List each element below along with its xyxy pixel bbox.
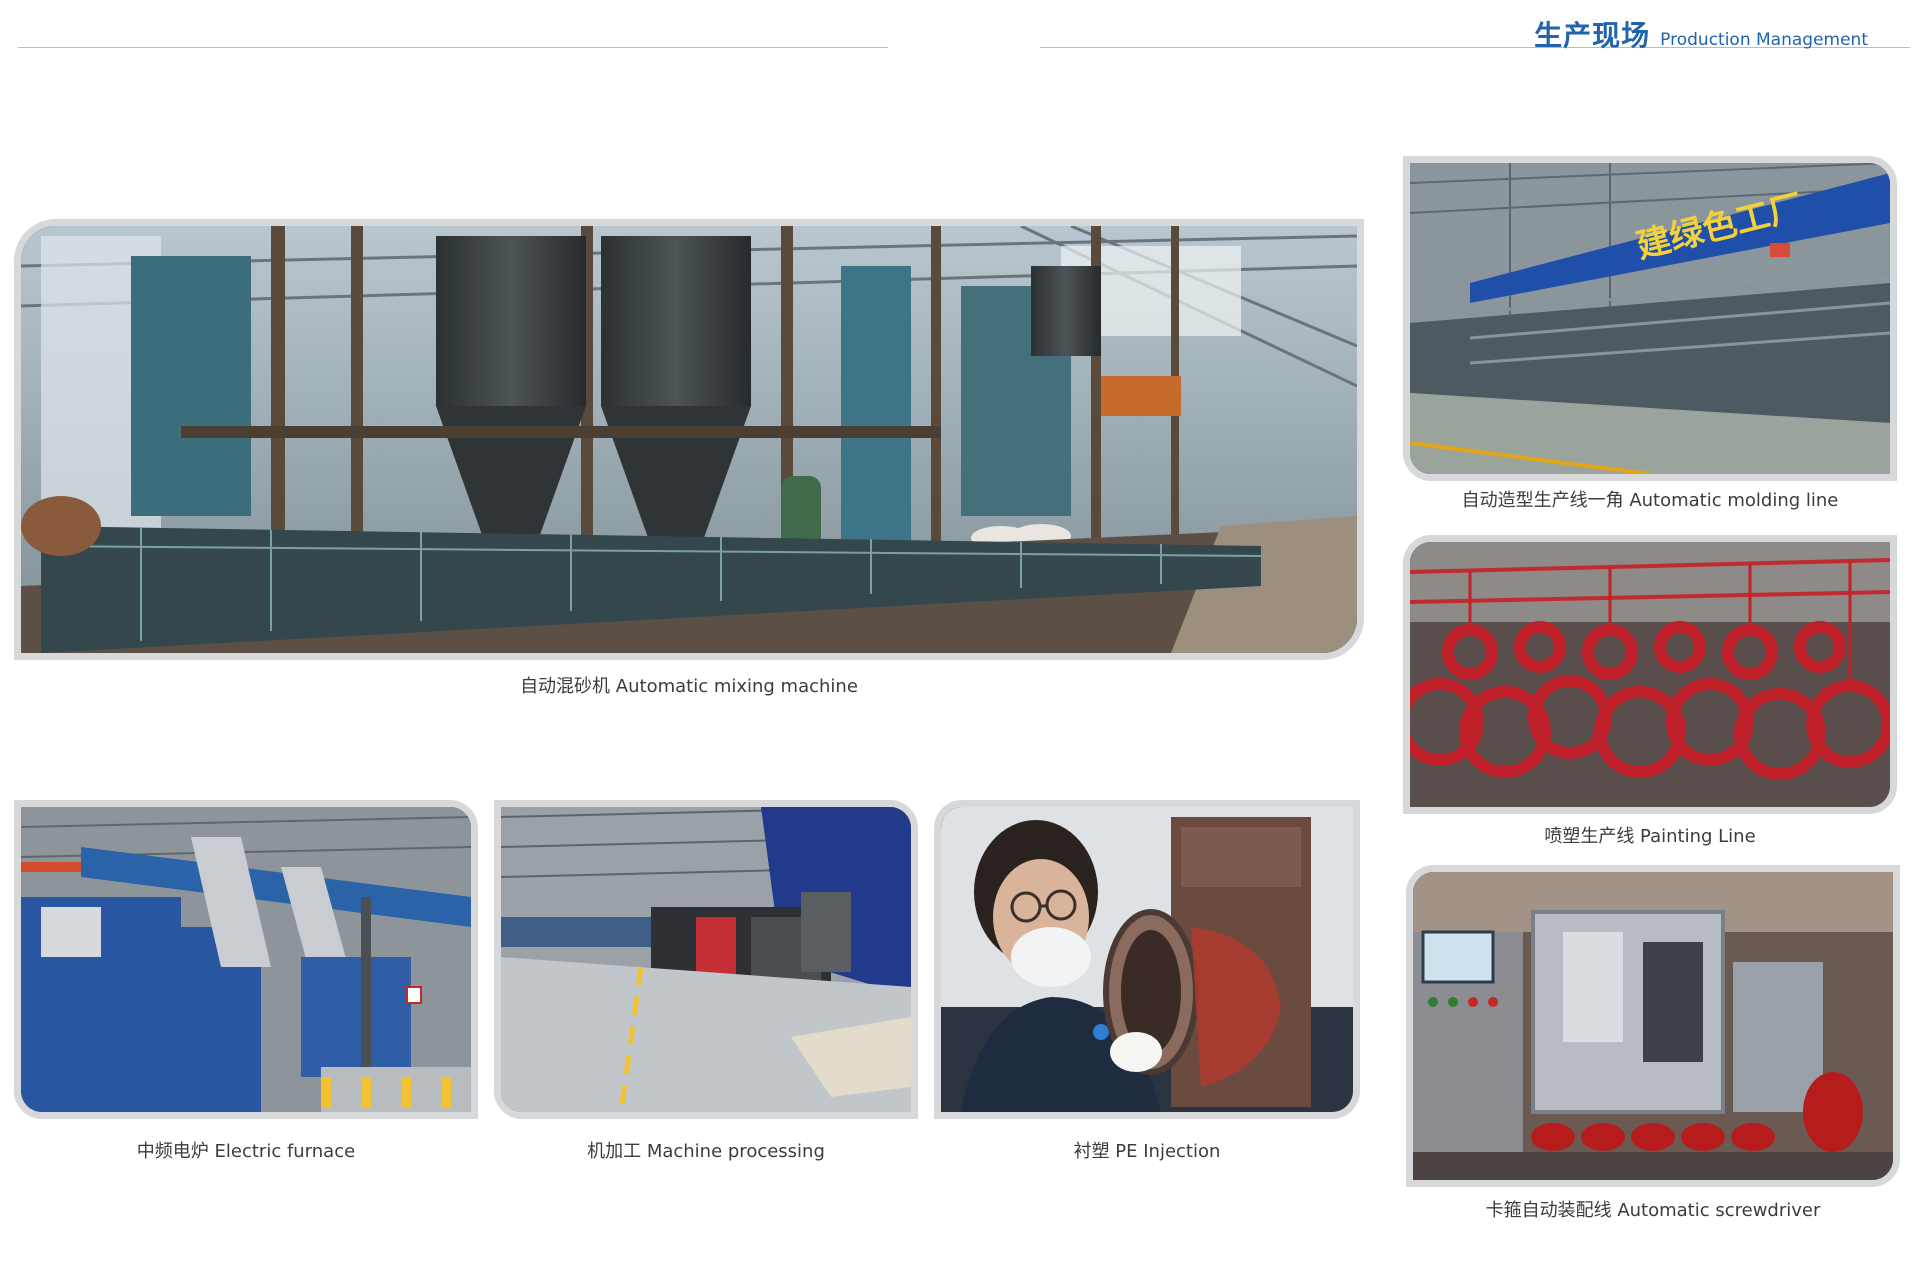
photo-machine-processing <box>494 800 918 1119</box>
photo-painting-line <box>1403 535 1897 814</box>
photo-automatic-screwdriver <box>1406 865 1900 1187</box>
molding-line-illustration: 建绿色工厂 <box>1410 163 1890 474</box>
caption-automatic-molding-line: 自动造型生产线一角 Automatic molding line <box>1461 490 1839 511</box>
machine-processing-illustration <box>501 807 911 1112</box>
screwdriver-illustration <box>1413 872 1893 1180</box>
caption-electric-furnace: 中频电炉 Electric furnace <box>136 1141 356 1162</box>
photo-pe-injection <box>934 800 1360 1119</box>
page-title-english: Production Management <box>1660 30 1868 50</box>
page-title: 生产现场 Production Management <box>1534 14 1868 54</box>
photo-automatic-mixing-machine <box>14 219 1364 660</box>
mixing-machine-illustration <box>21 226 1357 653</box>
caption-pe-injection: 衬塑 PE Injection <box>1073 1141 1221 1162</box>
painting-line-illustration <box>1410 542 1890 807</box>
caption-painting-line: 喷塑生产线 Painting Line <box>1544 826 1756 847</box>
electric-furnace-illustration <box>21 807 471 1112</box>
pe-injection-illustration <box>941 807 1353 1112</box>
header-rule-left <box>18 47 888 48</box>
caption-machine-processing: 机加工 Machine processing <box>587 1141 825 1162</box>
caption-automatic-screwdriver: 卡箍自动装配线 Automatic screwdriver <box>1485 1200 1821 1221</box>
photo-automatic-molding-line: 建绿色工厂 <box>1403 156 1897 481</box>
caption-automatic-mixing-machine: 自动混砂机 Automatic mixing machine <box>520 676 858 697</box>
photo-electric-furnace <box>14 800 478 1119</box>
page-title-chinese: 生产现场 <box>1534 19 1651 52</box>
